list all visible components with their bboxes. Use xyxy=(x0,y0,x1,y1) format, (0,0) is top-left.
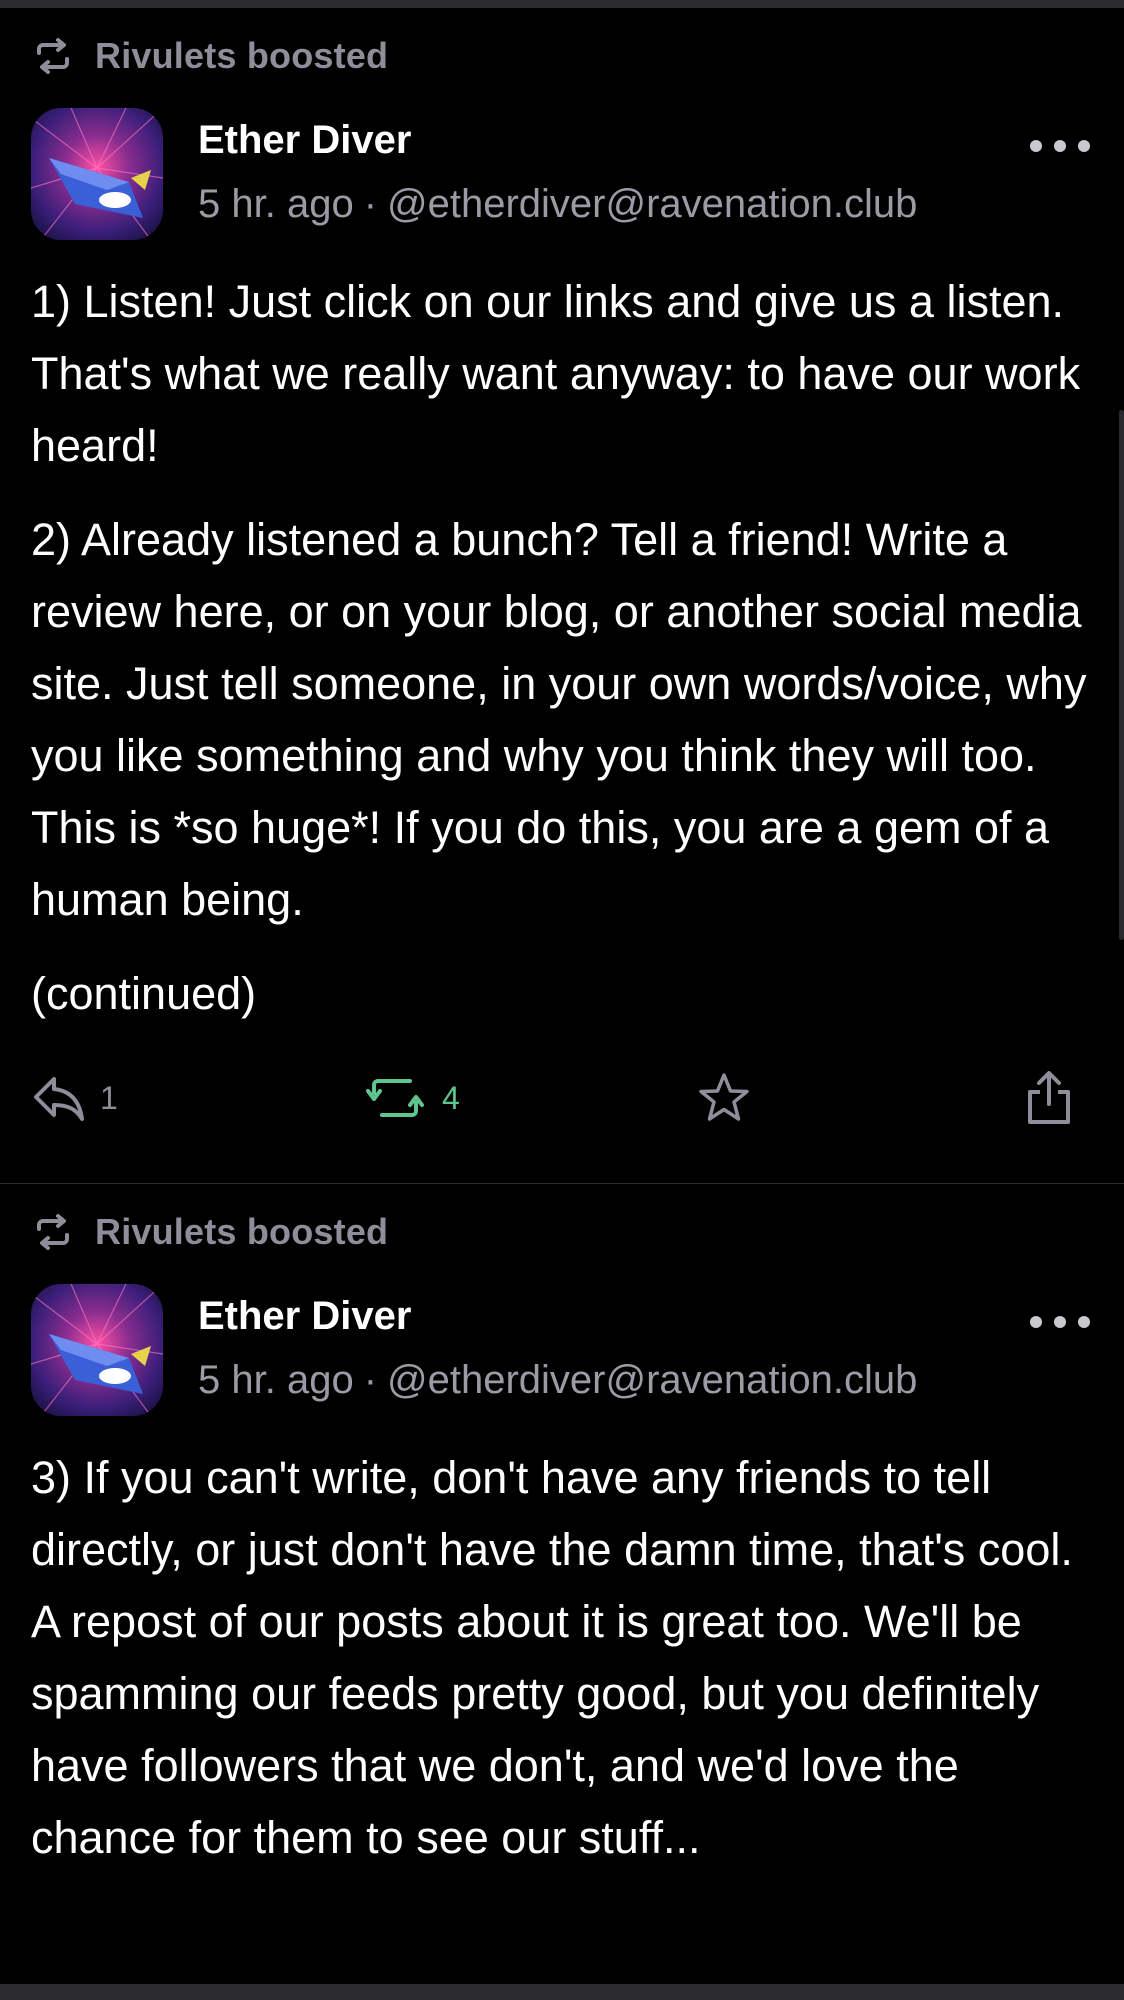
bottom-edge-bar xyxy=(0,1984,1124,2000)
boosted-by-label[interactable]: Rivulets boosted xyxy=(95,35,388,77)
reply-button[interactable]: 1 xyxy=(32,1068,118,1128)
more-dot-icon xyxy=(1030,140,1042,152)
top-edge-bar xyxy=(0,0,1124,8)
display-name[interactable]: Ether Diver xyxy=(198,1294,411,1339)
avatar[interactable] xyxy=(31,108,163,240)
post-paragraph: 2) Already listened a bunch? Tell a frie… xyxy=(31,514,1087,925)
post-meta: 5 hr. ago · @etherdiver@ravenation.club xyxy=(198,182,917,227)
post-paragraph: 1) Listen! Just click on our links and g… xyxy=(31,276,1081,471)
post-content: 3) If you can't write, don't have any fr… xyxy=(31,1442,1101,1896)
more-options-button[interactable] xyxy=(1030,134,1090,158)
scrollbar[interactable] xyxy=(1119,410,1124,940)
post-paragraph: (continued) xyxy=(31,968,257,1019)
more-dot-icon xyxy=(1054,1316,1066,1328)
share-icon xyxy=(1028,1071,1070,1124)
more-options-button[interactable] xyxy=(1030,1310,1090,1334)
meta-separator: · xyxy=(363,182,378,226)
boost-icon xyxy=(366,1079,424,1117)
more-dot-icon xyxy=(1054,140,1066,152)
post-time[interactable]: 5 hr. ago xyxy=(198,1358,354,1402)
reply-count: 1 xyxy=(100,1079,118,1116)
boost-count: 4 xyxy=(442,1079,460,1116)
avatar-image xyxy=(31,1284,163,1416)
avatar-image xyxy=(31,108,163,240)
boost-indicator[interactable]: Rivulets boosted xyxy=(33,35,388,77)
more-dot-icon xyxy=(1078,1316,1090,1328)
reply-icon xyxy=(34,1077,84,1121)
account-handle[interactable]: @etherdiver@ravenation.club xyxy=(387,182,917,226)
avatar[interactable] xyxy=(31,1284,163,1416)
post-content: 1) Listen! Just click on our links and g… xyxy=(31,266,1101,1052)
boost-indicator[interactable]: Rivulets boosted xyxy=(33,1211,388,1253)
post-time[interactable]: 5 hr. ago xyxy=(198,182,354,226)
post-actions: 1 4 xyxy=(0,1068,1124,1128)
more-dot-icon xyxy=(1030,1316,1042,1328)
status-post[interactable]: Rivulets boosted Ether Diver 5 hr. ago ·… xyxy=(0,8,1124,1183)
status-post[interactable]: Rivulets boosted Ether Diver 5 hr. ago ·… xyxy=(0,1184,1124,1984)
account-handle[interactable]: @etherdiver@ravenation.club xyxy=(387,1358,917,1402)
boosted-by-label[interactable]: Rivulets boosted xyxy=(95,1211,388,1253)
post-paragraph: 3) If you can't write, don't have any fr… xyxy=(31,1452,1073,1863)
boost-icon xyxy=(37,1214,69,1250)
share-button[interactable] xyxy=(1024,1068,1074,1128)
meta-separator: · xyxy=(363,1358,378,1402)
display-name[interactable]: Ether Diver xyxy=(198,118,411,163)
boost-icon xyxy=(37,38,69,74)
favorite-button[interactable] xyxy=(697,1068,751,1128)
more-dot-icon xyxy=(1078,140,1090,152)
post-meta: 5 hr. ago · @etherdiver@ravenation.club xyxy=(198,1358,917,1403)
star-icon xyxy=(699,1073,749,1121)
boost-button[interactable]: 4 xyxy=(366,1068,460,1128)
